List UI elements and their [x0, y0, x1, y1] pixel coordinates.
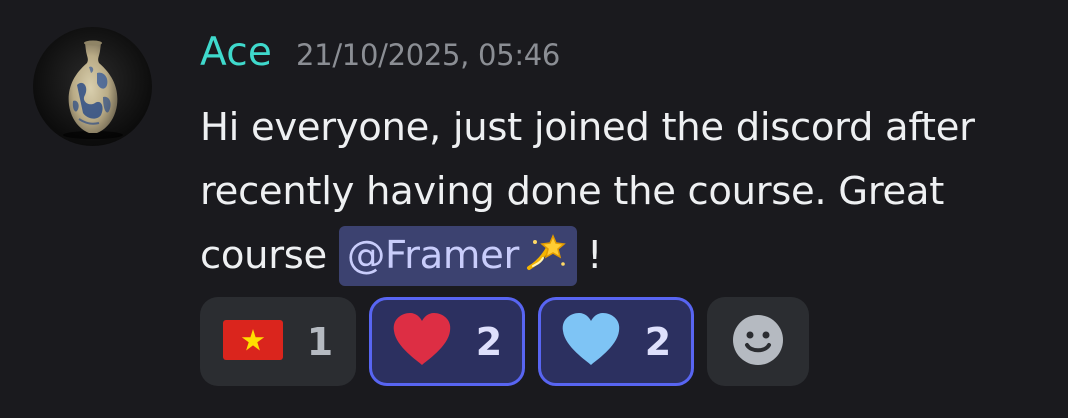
vase-avatar-image [63, 40, 123, 139]
add-reaction-button[interactable] [707, 297, 809, 386]
reaction-red-heart[interactable]: 2 [369, 297, 525, 386]
message-text-line: Hi everyone, just joined the discord aft… [200, 105, 975, 150]
message-content: Hi everyone, just joined the discord aft… [200, 96, 1050, 288]
reaction-vietnam-flag[interactable]: 1 [200, 297, 356, 386]
chat-message: Ace 21/10/2025, 05:46 Hi everyone, just … [0, 0, 1068, 418]
message-text: course [200, 233, 339, 278]
reaction-light-blue-heart[interactable]: 2 [538, 297, 694, 386]
avatar[interactable] [33, 27, 152, 146]
red-heart-emoji [392, 312, 452, 371]
reaction-count: 2 [475, 319, 503, 364]
message-text-line: recently having done the course. Great [200, 169, 944, 214]
reaction-count: 2 [644, 319, 672, 364]
reaction-bar: 1 2 2 [200, 297, 809, 386]
author-name[interactable]: Ace [200, 30, 272, 75]
mention-label: @Framer [346, 233, 520, 278]
reaction-count: 1 [306, 319, 334, 364]
vietnam-flag-emoji [222, 319, 283, 364]
light-blue-heart-emoji [561, 312, 621, 371]
user-mention[interactable]: @Framer [338, 226, 578, 286]
message-text-line: course @Framer ! [200, 224, 1050, 288]
dizzy-emoji [523, 230, 569, 270]
add-reaction-smiley-icon [732, 314, 784, 370]
message-text: ! [587, 233, 603, 278]
message-header: Ace 21/10/2025, 05:46 [200, 30, 560, 84]
message-timestamp[interactable]: 21/10/2025, 05:46 [296, 38, 560, 72]
